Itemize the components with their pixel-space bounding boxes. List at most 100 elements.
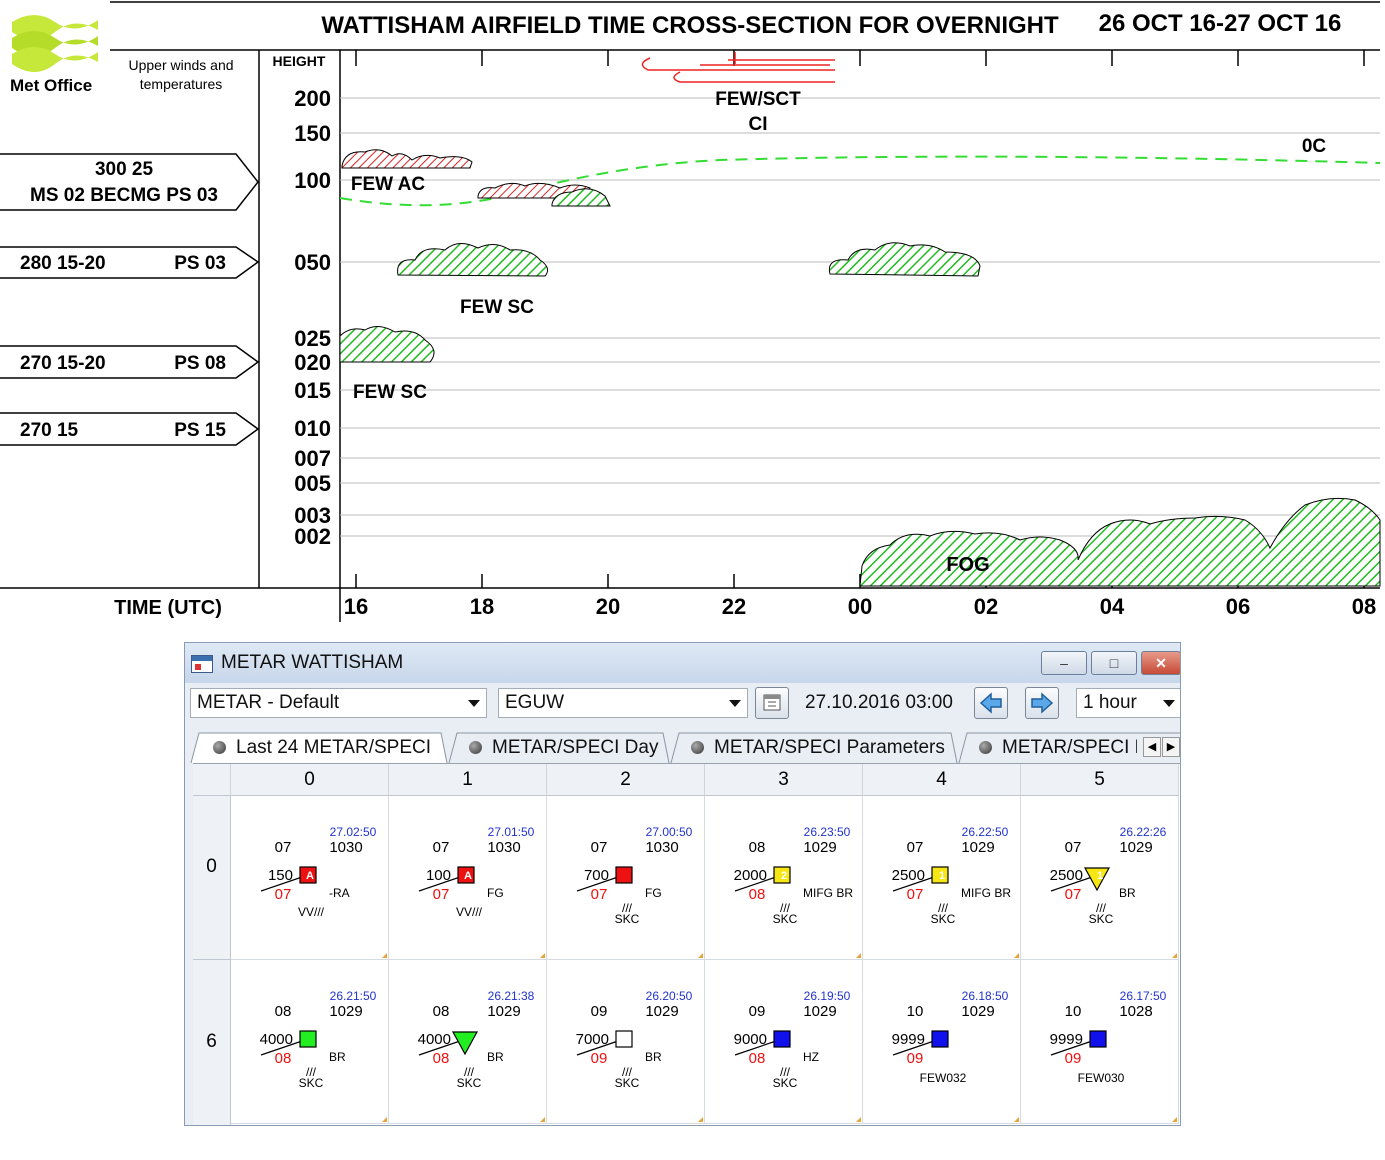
profile-select-value: METAR - Default [197,692,340,713]
height-tick-label: 200 [294,86,331,111]
height-tick-label: 020 [294,350,331,375]
visibility-value: 4000 [260,1031,293,1048]
dewpoint-value: 09 [907,1050,924,1067]
obs-time: 26.19:50 [804,989,851,1003]
window-titlebar[interactable]: METAR WATTISHAM – □ ✕ [185,643,1180,683]
svg-text:PS 03: PS 03 [174,253,226,274]
cloud-missing-marks: /// [622,901,633,915]
metar-station-plot[interactable]: 26.19:50 09 1029 9000 08 HZ SKC /// [705,960,863,1124]
weather-value: BR [1119,886,1136,900]
column-header[interactable]: 5 [1021,764,1179,796]
weather-value: MIFG BR [803,886,853,900]
present-weather-symbol [451,1031,479,1056]
obs-time: 27.02:50 [330,825,377,839]
metar-station-plot[interactable]: 26.21:50 08 1029 4000 08 BR SKC /// [231,960,389,1124]
weather-value: BR [645,1050,662,1064]
symbol-text: 1 [1097,870,1103,882]
tab-scroll-right[interactable]: ▶ [1162,737,1180,757]
weather-value: -RA [329,886,350,900]
height-axis-label: HEIGHT [273,53,326,69]
symbol-text: A [306,870,314,882]
column-header[interactable]: 2 [547,764,705,796]
pressure-value: 1029 [961,1003,994,1020]
pressure-value: 1029 [1119,839,1152,856]
obs-time: 26.21:38 [488,989,535,1003]
height-tick-label: 050 [294,250,331,275]
tab-label: METAR/SPECI Parameters [714,737,945,758]
time-tick-label: 22 [722,594,746,619]
height-tick-label: 005 [294,471,331,496]
metar-station-plot[interactable]: 26.22:50 07 1029 2500 1 07 MIFG BR SKC /… [863,796,1021,960]
column-header[interactable]: 1 [389,764,547,796]
column-header[interactable]: 4 [863,764,1021,796]
tab-overflow[interactable]: METAR/SPECI R [979,733,1137,763]
upper-winds-label-2: temperatures [140,76,222,92]
weather-value: FG [645,886,662,900]
sky-cover-symbol [931,1030,949,1048]
metar-station-plot[interactable]: 27.01:50 07 1030 100 A 07 FG VV/// [389,796,547,960]
brand-name: Met Office [10,76,92,95]
metar-station-plot[interactable]: 26.21:38 08 1029 4000 08 BR SKC /// [389,960,547,1124]
sky-cover-symbol [615,866,633,884]
profile-select[interactable]: METAR - Default [190,688,487,718]
obs-time: 26.23:50 [804,825,851,839]
visibility-value: 2500 [892,867,925,884]
time-tick-label: 00 [848,594,872,619]
metar-station-plot[interactable]: 26.18:50 10 1029 9999 09 FEW032 [863,960,1021,1124]
column-header[interactable]: 3 [705,764,863,796]
dewpoint-value: 07 [1065,886,1082,903]
cloud-value: VV/// [298,905,325,919]
cover-value: 08 [275,1003,292,1020]
calendar-button[interactable] [755,687,789,719]
dewpoint-value: 08 [749,1050,766,1067]
sky-cover-symbol [299,1030,317,1048]
column-header[interactable]: 0 [231,764,389,796]
tab-parameters[interactable]: METAR/SPECI Parameters [691,733,945,763]
cover-value: 07 [433,839,450,856]
obs-time: 26.21:50 [330,989,377,1003]
metar-station-plot[interactable]: 26.23:50 08 1029 2000 2 08 MIFG BR SKC /… [705,796,863,960]
arrow-right-icon [1031,692,1054,714]
height-tick-label: 150 [294,121,331,146]
close-button[interactable]: ✕ [1141,651,1180,675]
minimize-button[interactable]: – [1041,651,1087,675]
cell-corner-marker [382,953,387,958]
next-button[interactable] [1025,687,1059,719]
visibility-value: 2000 [734,867,767,884]
interval-select[interactable]: 1 hour [1076,688,1180,718]
tab-day[interactable]: METAR/SPECI Day [469,733,658,763]
time-tick-label: 18 [470,594,494,619]
metar-station-plot[interactable]: 27.02:50 07 1030 150 A 07 -RA VV/// [231,796,389,960]
pressure-value: 1030 [487,839,520,856]
cloud-missing-marks: /// [306,1065,317,1079]
svg-text:270 15: 270 15 [20,420,79,441]
dewpoint-value: 07 [591,886,608,903]
obs-time: 26.20:50 [646,989,693,1003]
station-select[interactable]: EGUW [498,688,748,718]
metar-station-plot[interactable]: 27.00:50 07 1030 700 07 FG SKC /// [547,796,705,960]
svg-text:280 15-20: 280 15-20 [20,253,106,274]
cell-corner-marker [856,953,861,958]
svg-text:270 15-20: 270 15-20 [20,353,106,374]
metar-station-plot[interactable]: 26.17:50 10 1028 9999 09 FEW030 [1021,960,1179,1124]
metar-station-plot[interactable]: 26.20:50 09 1029 7000 09 BR SKC /// [547,960,705,1124]
dewpoint-value: 07 [275,886,292,903]
obs-time: 27.00:50 [646,825,693,839]
fog-area [859,497,1381,587]
pressure-value: 1029 [645,1003,678,1020]
metar-station-plot[interactable]: 26.22:26 07 1029 2500 1 07 BR SKC /// [1021,796,1179,960]
maximize-button[interactable]: □ [1091,651,1137,675]
symbol-text: 2 [781,870,787,882]
height-tick-label: 002 [294,524,331,549]
sky-cover-symbol [773,1030,791,1048]
tab-last-24[interactable]: Last 24 METAR/SPECI [213,733,431,763]
tab-scroll-left[interactable]: ◀ [1143,737,1161,757]
arrow-left-icon [979,692,1002,714]
previous-button[interactable] [974,687,1008,719]
date-range: 26 OCT 16-27 OCT 16 [1099,10,1342,37]
pressure-value: 1030 [645,839,678,856]
upper-winds-label: Upper winds and [128,57,233,73]
station-select-value: EGUW [505,692,565,713]
cloud-value: FEW032 [920,1071,967,1085]
weather-value: MIFG BR [961,886,1011,900]
